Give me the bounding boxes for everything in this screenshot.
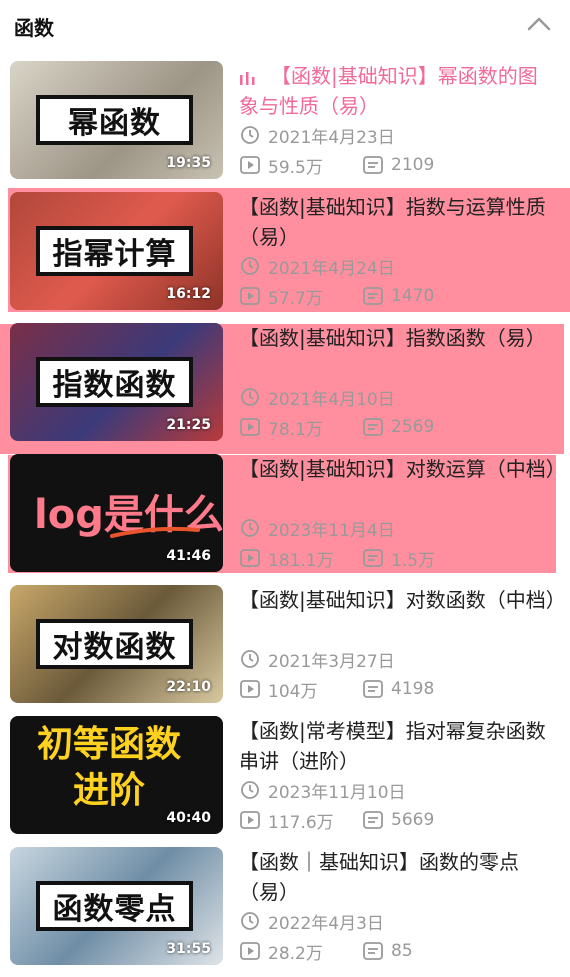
video-date: 2023年11月10日: [240, 779, 406, 803]
danmaku-icon: [363, 418, 383, 436]
video-title[interactable]: 【函数|基础知识】幂函数的图象与性质（易）: [239, 61, 557, 121]
video-title[interactable]: 【函数|基础知识】指数与运算性质（易）: [239, 192, 557, 252]
danmaku-icon: [363, 287, 383, 305]
video-item[interactable]: 指数函数 21:25 【函数|基础知识】指数函数（易） 2021年4月10日 7…: [0, 323, 570, 453]
clock-icon: [241, 650, 259, 668]
clock-icon: [241, 388, 259, 406]
section-title: 函数: [14, 16, 54, 40]
video-date: 2022年4月3日: [240, 910, 384, 934]
video-title[interactable]: 【函数|基础知识】对数运算（中档）: [239, 454, 566, 484]
video-duration: 22:10: [166, 679, 211, 695]
danmaku-icon: [363, 680, 383, 698]
video-item[interactable]: 初等函数进阶 40:40 【函数|常考模型】指对幂复杂函数串讲（进阶） 2023…: [0, 716, 570, 846]
danmaku-icon: [363, 811, 383, 829]
thumbnail-caption: 函数零点: [36, 881, 193, 931]
danmaku-icon: [363, 156, 383, 174]
clock-icon: [241, 519, 259, 537]
video-thumbnail[interactable]: 幂函数 19:35: [10, 61, 223, 179]
video-duration: 41:46: [166, 548, 211, 564]
play-count-icon: [240, 549, 260, 567]
play-count-icon: [240, 680, 260, 698]
danmaku-icon: [363, 549, 383, 567]
clock-icon: [241, 126, 259, 144]
video-duration: 19:35: [166, 155, 211, 171]
video-date: 2021年3月27日: [240, 648, 395, 672]
play-count-icon: [240, 156, 260, 174]
video-title[interactable]: 【函数｜基础知识】函数的零点（易）: [239, 847, 557, 907]
video-date: 2021年4月10日: [240, 386, 395, 410]
video-item[interactable]: 对数函数 22:10 【函数|基础知识】对数函数（中档） 2021年3月27日 …: [0, 585, 570, 715]
section-header: 函数: [0, 0, 570, 52]
video-item[interactable]: 指幂计算 16:12 【函数|基础知识】指数与运算性质（易） 2021年4月24…: [0, 192, 570, 322]
play-count-icon: [240, 811, 260, 829]
video-stats: 59.5万 2109: [240, 154, 434, 178]
video-thumbnail[interactable]: log是什么 41:46: [10, 454, 223, 572]
danmaku-icon: [363, 942, 383, 960]
video-date: 2023年11月4日: [240, 517, 395, 541]
swoosh-decoration: [110, 526, 200, 538]
thumbnail-caption: 初等函数进阶: [36, 724, 181, 811]
video-duration: 16:12: [166, 286, 211, 302]
video-date: 2021年4月23日: [240, 124, 395, 148]
playing-icon: [240, 71, 255, 85]
clock-icon: [241, 912, 259, 930]
video-thumbnail[interactable]: 初等函数进阶 40:40: [10, 716, 223, 834]
play-count-icon: [240, 942, 260, 960]
play-count-icon: [240, 418, 260, 436]
video-duration: 31:55: [166, 941, 211, 957]
clock-icon: [241, 257, 259, 275]
thumbnail-caption: 指数函数: [36, 357, 193, 407]
video-stats: 181.1万 1.5万: [240, 547, 435, 571]
clock-icon: [241, 781, 259, 799]
video-stats: 57.7万 1470: [240, 285, 434, 309]
play-count-icon: [240, 287, 260, 305]
video-thumbnail[interactable]: 函数零点 31:55: [10, 847, 223, 965]
video-title[interactable]: 【函数|常考模型】指对幂复杂函数串讲（进阶）: [239, 716, 557, 776]
video-duration: 40:40: [166, 810, 211, 826]
video-stats: 78.1万 2569: [240, 416, 434, 440]
thumbnail-caption: 幂函数: [36, 95, 193, 145]
video-title[interactable]: 【函数|基础知识】对数函数（中档）: [239, 585, 566, 615]
video-stats: 104万 4198: [240, 678, 434, 702]
video-title[interactable]: 【函数|基础知识】指数函数（易）: [239, 323, 557, 353]
video-stats: 28.2万 85: [240, 940, 413, 964]
thumbnail-caption: 指幂计算: [36, 226, 193, 276]
video-stats: 117.6万 5669: [240, 809, 434, 833]
video-date: 2021年4月24日: [240, 255, 395, 279]
video-item[interactable]: 幂函数 19:35 【函数|基础知识】幂函数的图象与性质（易） 2021年4月2…: [0, 61, 570, 191]
video-item[interactable]: log是什么 41:46 【函数|基础知识】对数运算（中档） 2023年11月4…: [0, 454, 570, 584]
video-thumbnail[interactable]: 指幂计算 16:12: [10, 192, 223, 310]
video-thumbnail[interactable]: 指数函数 21:25: [10, 323, 223, 441]
video-duration: 21:25: [166, 417, 211, 433]
video-thumbnail[interactable]: 对数函数 22:10: [10, 585, 223, 703]
thumbnail-caption: 对数函数: [36, 619, 193, 669]
video-item[interactable]: 函数零点 31:55 【函数｜基础知识】函数的零点（易） 2022年4月3日 2…: [0, 847, 570, 977]
chevron-up-icon[interactable]: [526, 14, 552, 34]
